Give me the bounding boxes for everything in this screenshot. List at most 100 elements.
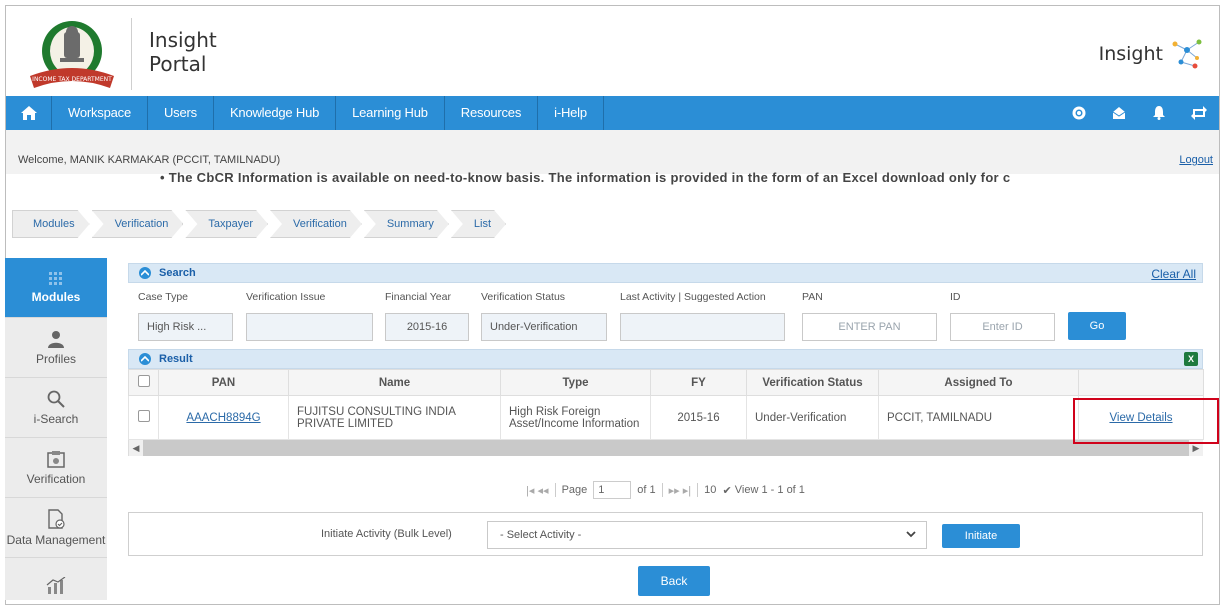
analytics-icon <box>46 576 66 594</box>
brand-logo: Insight <box>1099 36 1205 72</box>
breadcrumb-verification[interactable]: Verification <box>92 210 184 238</box>
nav-i-help[interactable]: i-Help <box>538 96 604 130</box>
brand-text: Insight <box>1098 43 1163 65</box>
breadcrumb-verification-2[interactable]: Verification <box>270 210 362 238</box>
horizontal-scrollbar[interactable]: ◀ ▶ <box>128 440 1203 456</box>
name-cell: FUJITSU CONSULTING INDIA PRIVATE LIMITED <box>288 395 501 440</box>
clear-all-link[interactable]: Clear All <box>1151 267 1196 281</box>
breadcrumb-summary[interactable]: Summary <box>364 210 449 238</box>
pager-separator <box>554 483 556 497</box>
prev-page-icon[interactable]: ◂◂ <box>538 484 549 497</box>
sidebar-item-modules[interactable]: Modules <box>5 258 107 318</box>
of-pages-label: of 1 <box>637 484 656 496</box>
page-number-input[interactable]: 1 <box>593 481 632 499</box>
sidebar-item-analytics[interactable] <box>5 558 107 610</box>
network-logo-icon <box>1172 39 1202 69</box>
nav-users[interactable]: Users <box>148 96 214 130</box>
result-panel-header[interactable]: Result X <box>128 349 1203 369</box>
pan-cell: AAACH8894G <box>158 395 289 440</box>
status-cell: Under-Verification <box>746 395 879 440</box>
pan-input[interactable]: ENTER PAN <box>802 313 937 341</box>
case-type-label: Case Type <box>138 291 189 303</box>
notifications-button[interactable] <box>1139 96 1179 130</box>
assigned-to-cell: PCCIT, TAMILNADU <box>878 395 1079 440</box>
col-verification-status[interactable]: Verification Status <box>746 369 879 396</box>
go-button[interactable]: Go <box>1068 312 1126 340</box>
view-range-text: View 1 - 1 of 1 <box>734 484 805 496</box>
modules-icon <box>49 271 62 285</box>
nav-knowledge-hub[interactable]: Knowledge Hub <box>214 96 337 130</box>
row-select-cell <box>128 395 159 440</box>
back-button[interactable]: Back <box>638 566 710 596</box>
pagination: |◂ ◂◂ Page 1 of 1 ▸▸ ▸| 10 ✔ View 1 - 1 … <box>128 480 1203 500</box>
breadcrumb-taxpayer[interactable]: Taxpayer <box>185 210 268 238</box>
financial-year-label: Financial Year <box>385 291 451 303</box>
search-filters: Case Type Verification Issue Financial Y… <box>128 283 1203 345</box>
id-input[interactable]: Enter ID <box>950 313 1055 341</box>
scroll-left-icon[interactable]: ◀ <box>129 440 143 456</box>
header: INCOME TAX DEPARTMENT Insight Portal Ins… <box>6 6 1219 96</box>
bulk-activity-select[interactable]: - Select Activity - <box>487 521 927 549</box>
excel-export-icon[interactable]: X <box>1184 352 1198 366</box>
sidebar-item-verification[interactable]: Verification <box>5 438 107 498</box>
nav-workspace[interactable]: Workspace <box>52 96 148 130</box>
chevron-down-icon[interactable]: ✔ <box>723 484 732 497</box>
row-checkbox[interactable] <box>137 410 150 422</box>
help-button[interactable] <box>1059 96 1099 130</box>
switch-role-button[interactable] <box>1179 96 1219 130</box>
mail-button[interactable] <box>1099 96 1139 130</box>
col-action <box>1078 369 1204 396</box>
portal-title-line1: Insight <box>149 28 217 52</box>
nav-learning-hub[interactable]: Learning Hub <box>336 96 445 130</box>
home-button[interactable] <box>6 96 52 130</box>
col-name[interactable]: Name <box>288 369 501 396</box>
help-icon <box>1072 106 1086 120</box>
pan-link[interactable]: AAACH8894G <box>186 412 260 424</box>
verification-status-select[interactable]: Under-Verification <box>481 313 607 341</box>
sidebar-item-label: Verification <box>26 471 86 486</box>
svg-text:INCOME TAX DEPARTMENT: INCOME TAX DEPARTMENT <box>32 76 112 83</box>
collapse-icon <box>139 353 151 365</box>
last-activity-select[interactable] <box>620 313 785 341</box>
col-pan[interactable]: PAN <box>158 369 289 396</box>
next-page-icon[interactable]: ▸▸ <box>669 484 680 497</box>
page-label: Page <box>561 484 588 496</box>
profile-icon <box>48 330 64 348</box>
last-page-icon[interactable]: ▸| <box>683 484 691 497</box>
breadcrumb-modules[interactable]: Modules <box>12 210 90 238</box>
pager-separator <box>661 483 663 497</box>
logout-link[interactable]: Logout <box>1179 154 1213 166</box>
verification-icon <box>47 450 65 468</box>
sidebar-item-i-search[interactable]: i-Search <box>5 378 107 438</box>
search-panel-header[interactable]: Search Clear All <box>128 263 1203 283</box>
info-ticker: • The CbCR Information is available on n… <box>160 170 1011 185</box>
type-cell: High Risk Foreign Asset/Income Informati… <box>500 395 651 440</box>
table-row: AAACH8894G FUJITSU CONSULTING INDIA PRIV… <box>128 395 1204 440</box>
select-all-checkbox[interactable] <box>137 375 150 387</box>
nav-resources[interactable]: Resources <box>445 96 539 130</box>
sidebar-item-data-management[interactable]: Data Management <box>5 498 107 558</box>
department-emblem-logo: INCOME TAX DEPARTMENT <box>20 18 124 93</box>
sidebar-item-label: Modules <box>31 289 81 304</box>
col-assigned-to[interactable]: Assigned To <box>878 369 1079 396</box>
bell-icon <box>1153 106 1165 120</box>
chevron-down-icon <box>906 522 916 548</box>
initiate-button[interactable]: Initiate <box>942 524 1020 548</box>
pager-separator <box>697 483 699 497</box>
col-fy[interactable]: FY <box>650 369 747 396</box>
verification-issue-select[interactable] <box>246 313 373 341</box>
sidebar-item-profiles[interactable]: Profiles <box>5 318 107 378</box>
collapse-icon <box>139 267 151 279</box>
highlight-box <box>1073 398 1219 444</box>
data-management-icon <box>48 508 65 529</box>
first-page-icon[interactable]: |◂ <box>526 484 534 497</box>
result-table: PAN Name Type FY Verification Status Ass… <box>128 369 1204 440</box>
home-icon <box>20 106 37 120</box>
case-type-select[interactable]: High Risk ... <box>138 313 233 341</box>
breadcrumb-list[interactable]: List <box>451 210 506 238</box>
page-size-select[interactable]: 10 <box>704 484 716 496</box>
col-type[interactable]: Type <box>500 369 651 396</box>
financial-year-select[interactable]: 2015-16 <box>385 313 469 341</box>
verification-issue-label: Verification Issue <box>246 291 326 303</box>
search-panel-title: Search <box>159 267 196 279</box>
